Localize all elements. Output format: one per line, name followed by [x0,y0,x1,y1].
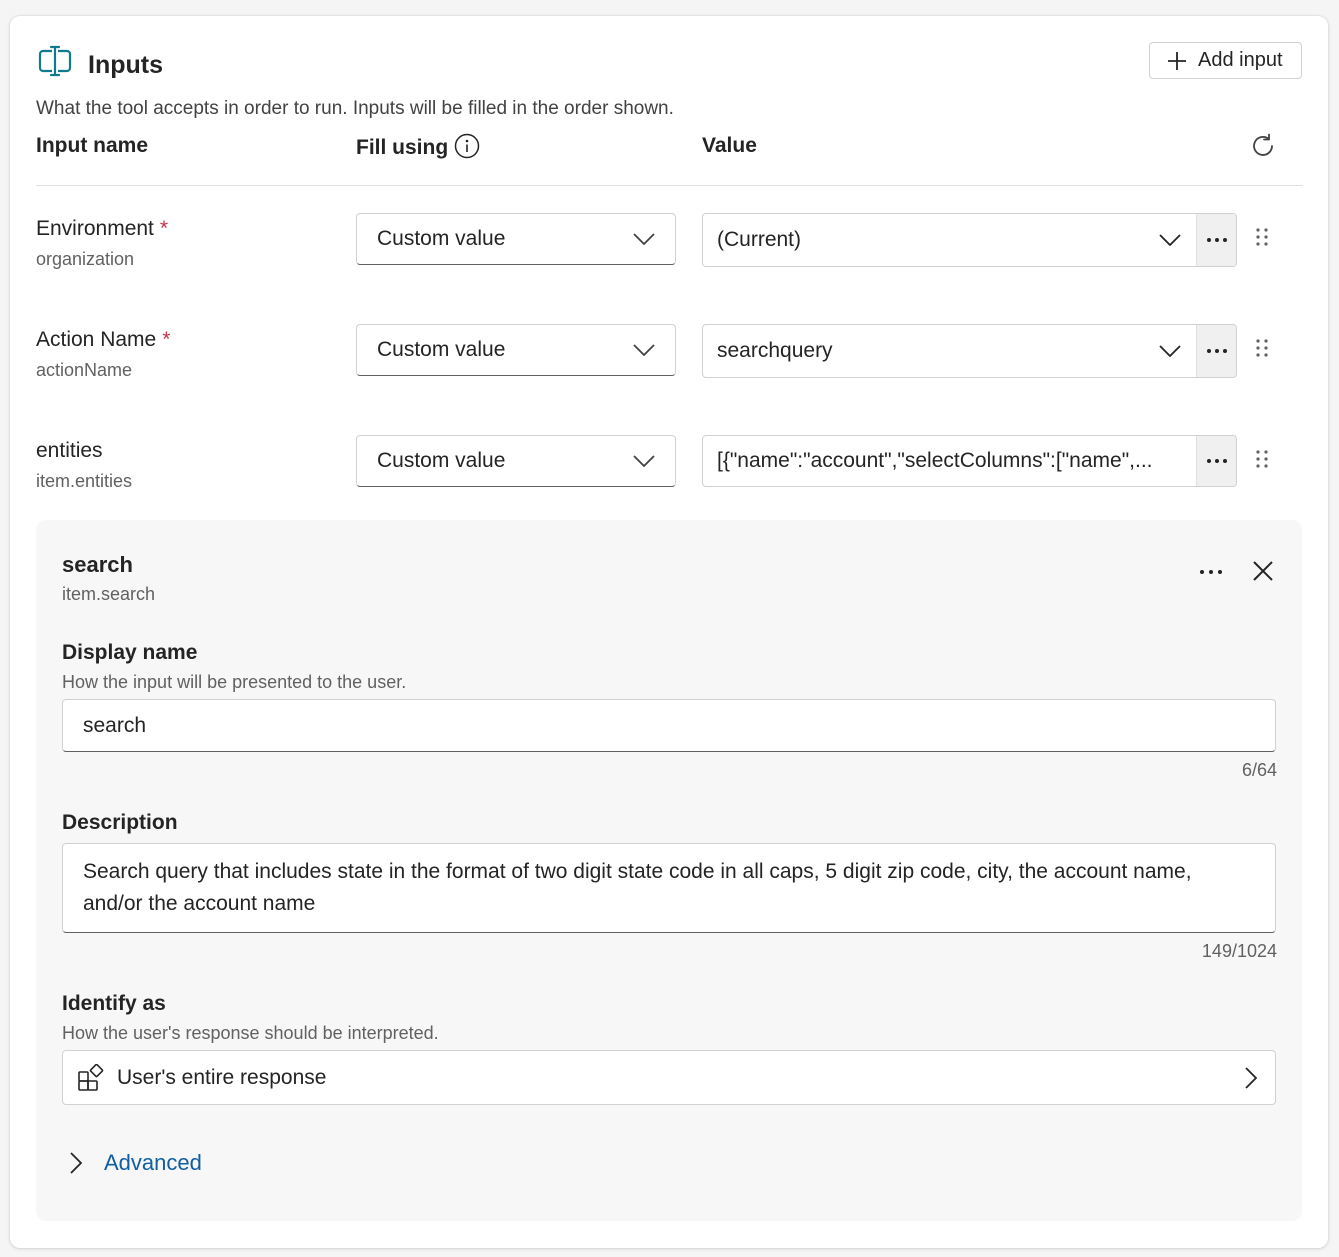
chevron-down-icon [633,344,655,356]
column-fill-using: Fill using [356,136,449,159]
fill-using-value: Custom value [377,227,506,250]
display-name-counter: 6/64 [1241,760,1277,780]
inputs-card: Inputs Add input What the tool accepts i… [10,16,1328,1248]
input-key-label: actionName [36,360,133,380]
advanced-label[interactable]: Advanced [104,1150,202,1176]
input-row-entities-name: entities [36,439,103,463]
fill-using-select[interactable]: Custom value [356,324,676,376]
drag-handle-icon[interactable] [1251,337,1273,365]
add-input-button[interactable]: Add input [1149,42,1302,79]
identify-as-selector[interactable]: User's entire response [62,1050,1276,1105]
panel-title: search [62,552,133,577]
header-divider [36,185,1303,186]
chevron-right-icon [70,1152,82,1174]
drag-handle-icon[interactable] [1251,226,1273,254]
drag-handle-icon[interactable] [1251,448,1273,476]
plus-icon [1168,51,1186,70]
input-name-label: Environment [36,217,154,240]
panel-key: item.search [62,584,156,604]
input-row-action-name: Action Name * [36,328,170,352]
column-input-name: Input name [36,134,149,157]
identify-as-label: Identify as [62,992,166,1015]
description-label: Description [62,811,178,834]
required-marker: * [159,217,169,240]
required-marker: * [162,328,171,351]
value-more-button[interactable] [1196,325,1236,377]
chevron-down-icon [633,455,655,467]
value-dropdown-button[interactable] [1144,325,1196,377]
value-more-button[interactable] [1196,214,1236,266]
info-icon[interactable] [454,133,480,159]
value-combobox[interactable]: (Current) [702,213,1237,267]
fill-using-value: Custom value [377,449,506,472]
value-dropdown-button[interactable] [1144,214,1196,266]
add-input-label: Add input [1198,49,1283,71]
display-name-input[interactable]: search [62,699,1276,752]
fill-using-value: Custom value [377,338,506,361]
identify-as-value: User's entire response [117,1065,327,1089]
page-title: Inputs [88,51,163,79]
refresh-icon[interactable] [1250,133,1276,159]
value-text[interactable]: (Current) [703,228,1144,252]
input-key-label: organization [36,249,135,269]
more-horizontal-icon [1206,459,1227,463]
display-name-hint: How the input will be presented to the u… [62,672,407,692]
more-horizontal-icon[interactable] [1196,562,1226,582]
inputs-description: What the tool accepts in order to run. I… [36,98,674,119]
input-name-label: entities [36,439,103,462]
display-name-label: Display name [62,641,198,664]
identify-as-hint: How the user's response should be interp… [62,1023,439,1043]
input-field-icon [38,45,72,77]
input-row-environment-name: Environment * [36,217,168,241]
advanced-toggle[interactable]: Advanced [70,1150,202,1176]
description-counter: 149/1024 [1201,941,1277,961]
column-value: Value [702,134,757,157]
fill-using-select[interactable]: Custom value [356,435,676,487]
entity-apps-icon [78,1063,104,1091]
chevron-down-icon [1159,345,1181,357]
fill-using-select[interactable]: Custom value [356,213,676,265]
chevron-down-icon [1159,234,1181,246]
description-textarea[interactable]: Search query that includes state in the … [62,843,1276,933]
value-text[interactable]: [{"name":"account","selectColumns":["nam… [703,449,1196,473]
chevron-down-icon [633,233,655,245]
input-name-label: Action Name [36,328,157,351]
value-input[interactable]: [{"name":"account","selectColumns":["nam… [702,435,1237,487]
value-text[interactable]: searchquery [703,339,1144,363]
value-combobox[interactable]: searchquery [702,324,1237,378]
close-icon[interactable] [1250,558,1276,584]
more-horizontal-icon [1206,349,1227,353]
chevron-right-icon [1245,1066,1257,1089]
input-detail-panel: search item.search Display name How the … [36,520,1302,1221]
more-horizontal-icon [1206,238,1227,242]
value-more-button[interactable] [1196,436,1236,486]
input-key-label: item.entities [36,471,133,491]
